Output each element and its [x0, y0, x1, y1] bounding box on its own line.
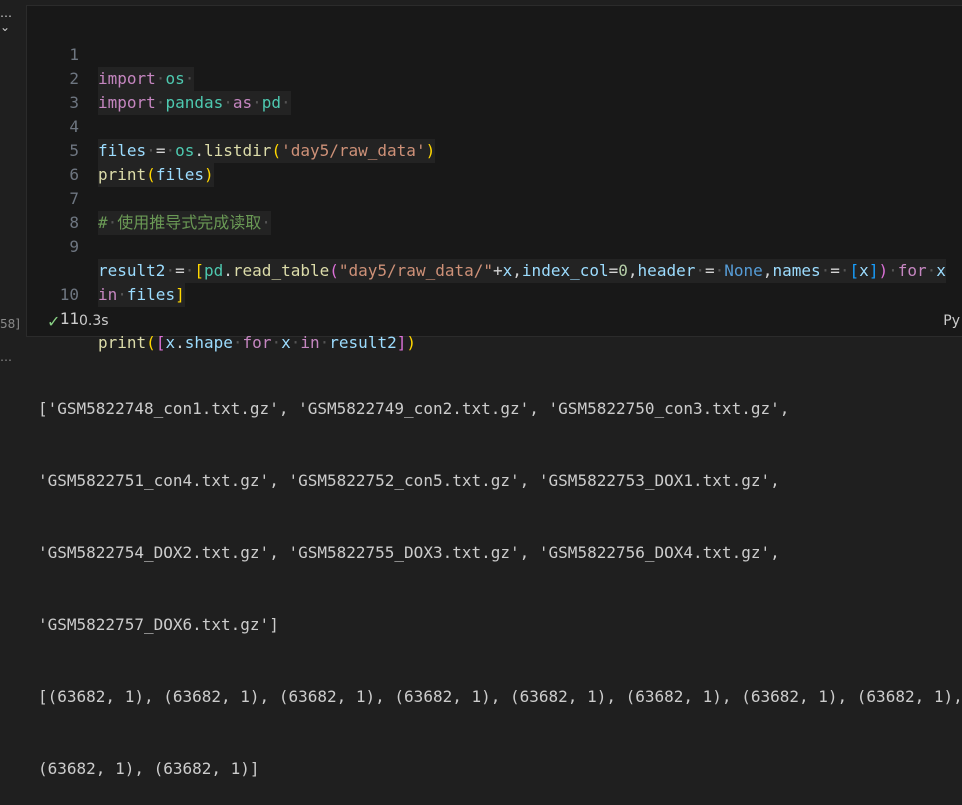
cell-language-picker[interactable]: Py [943, 313, 960, 329]
code-line: 1 import·os· [27, 19, 962, 91]
code-line: 7 #·使用推导式完成读取· [27, 163, 962, 235]
output-line: 'GSM5822757_DOX6.txt.gz'] [38, 615, 279, 634]
output-more-icon[interactable]: … [0, 350, 12, 364]
code-line: 11 print([x.shape·for·x·in·result2]) [27, 283, 962, 352]
output-line: 'GSM5822751_con4.txt.gz', 'GSM5822752_co… [38, 471, 780, 490]
code-line: in·files] [27, 235, 962, 307]
code-line: 5 print(files) [27, 115, 962, 187]
output-line: [(63682, 1), (63682, 1), (63682, 1), (63… [38, 687, 962, 706]
code-line: 6 [27, 139, 962, 184]
code-line: 4 files·=·os.listdir('day5/raw_data') [27, 91, 962, 163]
execution-count: 58] [0, 317, 20, 331]
output-line: 'GSM5822754_DOX2.txt.gz', 'GSM5822755_DO… [38, 543, 780, 562]
notebook-gutter: … ⌄ 58] … [0, 0, 26, 510]
code-line: 8 [27, 187, 962, 232]
code-line: 3 [27, 67, 962, 112]
cell-status-bar: ✓ 0.3s Py [27, 306, 962, 336]
code-editor[interactable]: 1 import·os· 2 import·pandas·as·pd· 3 4 … [27, 19, 962, 352]
code-line: 2 import·pandas·as·pd· [27, 43, 962, 115]
execution-time: 0.3s [79, 313, 109, 329]
code-line: 9 result2·=·[pd.read_table("day5/raw_dat… [27, 211, 962, 283]
check-icon: ✓ [47, 312, 61, 331]
output-line: ['GSM5822748_con1.txt.gz', 'GSM5822749_c… [38, 399, 790, 418]
cell-toolbar-chevron-icon[interactable]: … ⌄ [0, 6, 26, 34]
cell-output: ['GSM5822748_con1.txt.gz', 'GSM5822749_c… [38, 349, 962, 805]
output-line: (63682, 1), (63682, 1)] [38, 759, 260, 778]
code-cell[interactable]: 1 import·os· 2 import·pandas·as·pd· 3 4 … [26, 5, 962, 352]
code-line: 10 [27, 259, 962, 304]
